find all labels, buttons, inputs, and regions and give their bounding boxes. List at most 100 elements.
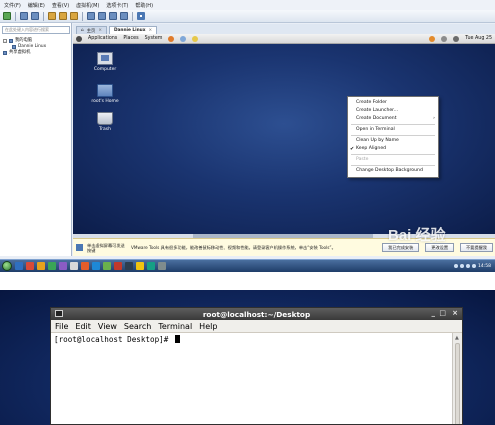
suspend-icon[interactable] (20, 12, 28, 20)
scrollbar-thumb[interactable] (455, 343, 460, 424)
menu-tabs[interactable]: 选项卡(T) (106, 2, 128, 9)
firefox-icon[interactable] (168, 35, 175, 42)
taskbar-app-icon[interactable] (125, 262, 133, 270)
taskbar-app-icon[interactable] (70, 262, 78, 270)
menu-separator (351, 165, 435, 166)
network-icon[interactable] (441, 35, 448, 42)
tab-dannie-linux[interactable]: Dannie Linux × (108, 26, 158, 34)
menu-vm[interactable]: 虚拟机(M) (76, 2, 99, 9)
email-icon[interactable] (180, 35, 187, 42)
minimize-icon[interactable]: _ (432, 309, 436, 317)
menu-help[interactable]: 帮助(H) (135, 2, 153, 9)
shared-vm-icon (3, 51, 7, 55)
power-on-icon[interactable] (3, 12, 11, 20)
menu-item-create-launcher[interactable]: Create Launcher... (348, 107, 438, 115)
baidu-watermark: Bai 经验 (388, 227, 446, 244)
menu-separator (351, 124, 435, 125)
reset-icon[interactable] (31, 12, 39, 20)
tab-home[interactable]: ⌂ 主页 × (76, 26, 107, 34)
tree-item-label: 共享虚拟机 (9, 50, 31, 55)
desktop-icon-home[interactable]: root's Home (85, 84, 125, 104)
close-icon[interactable]: × (149, 28, 153, 33)
scroll-up-arrow-icon[interactable]: ▲ (455, 335, 459, 341)
menu-file[interactable]: File (55, 322, 68, 331)
collapse-icon[interactable]: - (3, 39, 7, 43)
menu-item-label: Create Document (356, 116, 397, 121)
terminal-output[interactable]: [root@localhost Desktop]# (51, 333, 454, 424)
start-button-icon[interactable] (2, 261, 12, 271)
taskbar-app-icon[interactable] (147, 262, 155, 270)
menu-edit[interactable]: Edit (75, 322, 91, 331)
panel-clock[interactable]: Tue Aug 25 (465, 36, 495, 41)
desktop-context-menu: Create Folder Create Launcher... Create … (347, 96, 439, 178)
dont-remind-button[interactable]: 不要提醒我 (460, 243, 493, 252)
desktop-icon-label: Trash (99, 127, 111, 132)
taskbar-app-icon[interactable] (136, 262, 144, 270)
terminal-scrollbar[interactable]: ▲ (452, 333, 462, 424)
terminal-titlebar[interactable]: root@localhost:~/Desktop _ □ × (51, 308, 462, 320)
taskbar-app-icon[interactable] (37, 262, 45, 270)
taskbar-app-icon[interactable] (158, 262, 166, 270)
terminal-icon (55, 310, 63, 317)
taskbar-clock[interactable]: 14:58 (478, 264, 491, 269)
update-icon[interactable] (429, 35, 436, 42)
menu-item-create-document[interactable]: Create Document › (348, 115, 438, 123)
taskbar-app-icon[interactable] (59, 262, 67, 270)
menu-help[interactable]: Help (199, 322, 217, 331)
toolbar-separator (82, 11, 83, 21)
volume-icon[interactable] (453, 35, 460, 42)
menu-separator (351, 135, 435, 136)
guest-display[interactable]: Applications Places System Tue Aug 25 Co… (73, 34, 495, 234)
taskbar-app-icon[interactable] (15, 262, 23, 270)
taskbar-app-icon[interactable] (92, 262, 100, 270)
desktop-icon-computer[interactable]: Computer (85, 52, 125, 72)
close-icon[interactable]: × (98, 28, 102, 33)
menu-terminal[interactable]: Terminal (158, 322, 192, 331)
menu-places[interactable]: Places (123, 36, 138, 41)
taskbar-app-icon[interactable] (114, 262, 122, 270)
menu-search[interactable]: Search (124, 322, 151, 331)
menu-applications[interactable]: Applications (88, 36, 117, 41)
thumbnail-icon[interactable] (98, 12, 106, 20)
taskbar-app-icon[interactable] (26, 262, 34, 270)
menu-separator (351, 154, 435, 155)
guest-desktop-background: root@localhost:~/Desktop _ □ × File Edit… (0, 290, 495, 425)
tray-icon[interactable] (460, 264, 465, 268)
taskbar-app-icon[interactable] (48, 262, 56, 270)
vm-icon (12, 45, 16, 49)
menu-file[interactable]: 文件(F) (4, 2, 21, 9)
windows-taskbar: 14:58 (0, 259, 495, 272)
desktop-icon-trash[interactable]: Trash (85, 112, 125, 132)
revert-snapshot-icon[interactable] (59, 12, 67, 20)
menu-item-create-folder[interactable]: Create Folder (348, 99, 438, 107)
snapshot-icon[interactable] (48, 12, 56, 20)
menu-system[interactable]: System (145, 36, 163, 41)
submenu-arrow-icon: › (433, 116, 435, 121)
sidebar-toggle-icon[interactable] (87, 12, 95, 20)
menu-edit[interactable]: 编辑(E) (28, 2, 45, 9)
terminal-menubar: File Edit View Search Terminal Help (51, 320, 462, 333)
menu-item-clean-up[interactable]: Clean Up by Name (348, 137, 438, 145)
maximize-icon[interactable]: □ (439, 309, 446, 317)
menu-item-keep-aligned[interactable]: ✔ Keep Aligned (348, 145, 438, 153)
tab-label: Dannie Linux (113, 28, 146, 33)
shell-prompt: [root@localhost Desktop]# (54, 335, 173, 344)
snapshot-manager-icon[interactable] (70, 12, 78, 20)
menu-view[interactable]: View (98, 322, 117, 331)
console-view-icon[interactable] (137, 12, 145, 20)
menu-item-change-background[interactable]: Change Desktop Background (348, 167, 438, 175)
close-icon[interactable]: × (452, 309, 458, 317)
taskbar-app-icon[interactable] (81, 262, 89, 270)
tree-item-shared-vms[interactable]: 共享虚拟机 (3, 50, 46, 56)
menu-view[interactable]: 查看(V) (52, 2, 69, 9)
terminal-title: root@localhost:~/Desktop (202, 309, 311, 319)
notes-icon[interactable] (192, 35, 199, 42)
taskbar-app-icon[interactable] (103, 262, 111, 270)
fullscreen-icon[interactable] (109, 12, 117, 20)
library-search-input[interactable]: 在此处键入内容进行搜索 (2, 26, 70, 34)
tray-icon[interactable] (472, 264, 477, 268)
unity-icon[interactable] (120, 12, 128, 20)
tray-icon[interactable] (454, 264, 459, 268)
tray-icon[interactable] (466, 264, 471, 268)
menu-item-open-in-terminal[interactable]: Open in Terminal (348, 126, 438, 134)
